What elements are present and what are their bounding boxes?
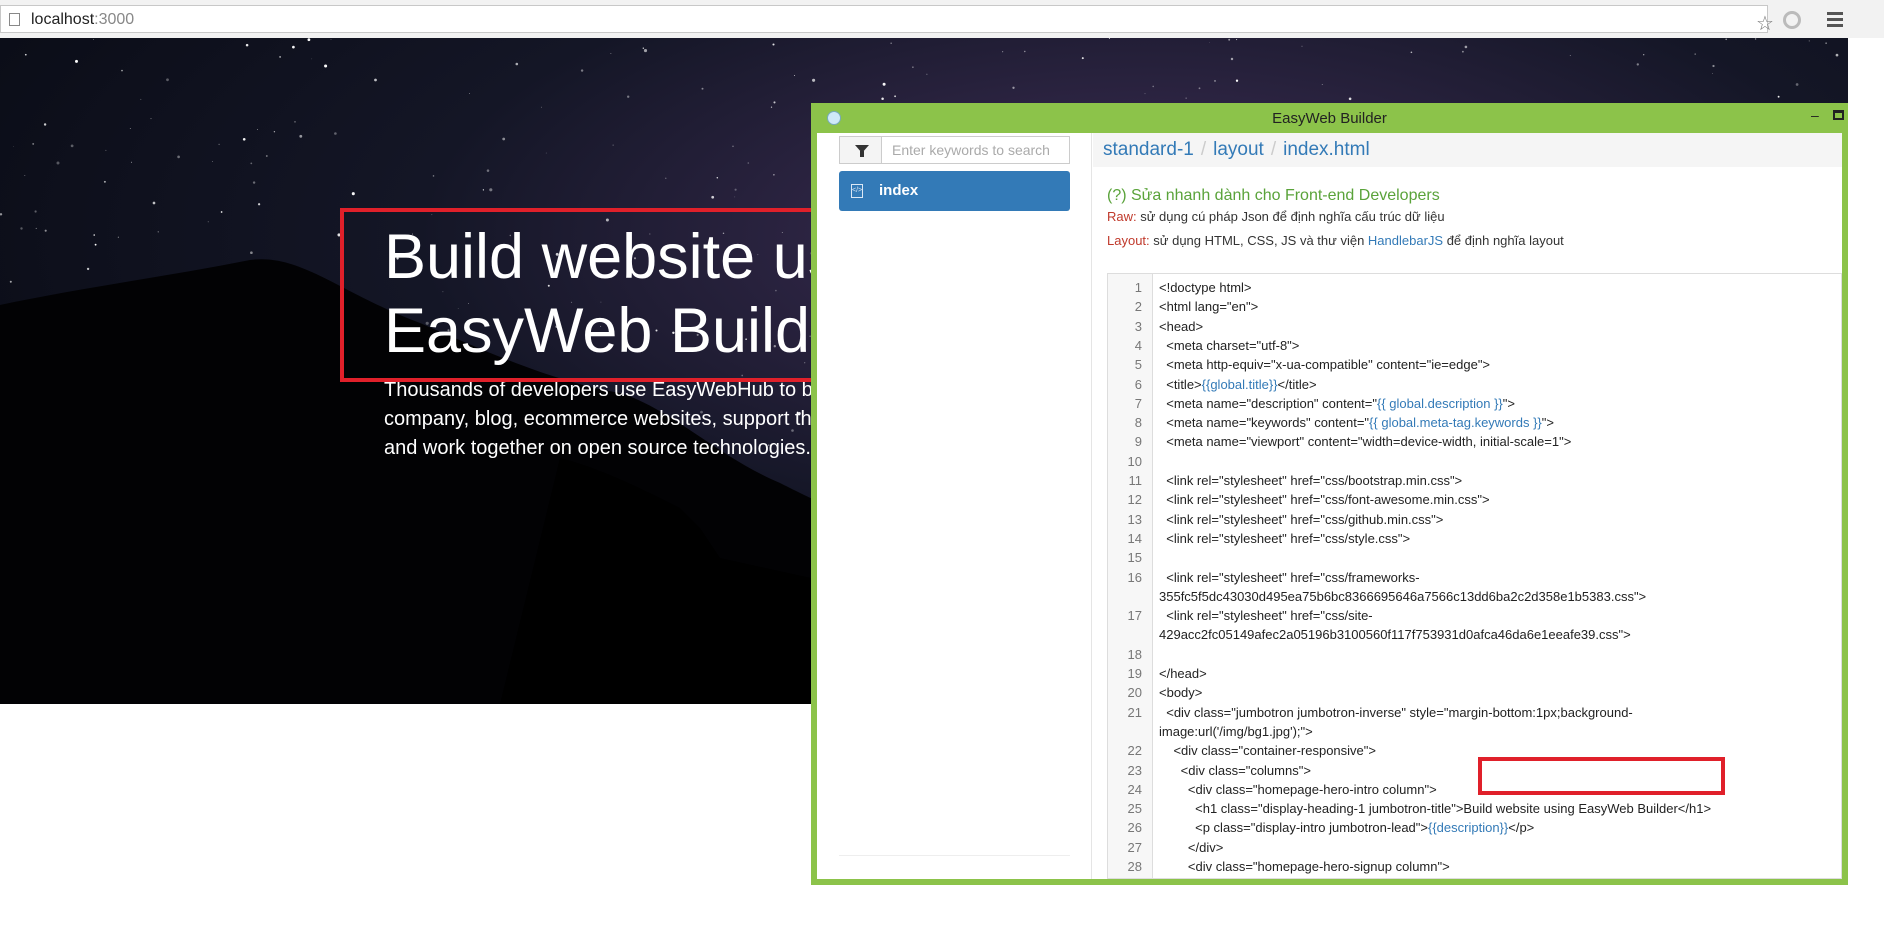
code-text: <head> — [1159, 318, 1204, 334]
builder-window: EasyWeb Builder – </> index standard-1/l… — [811, 103, 1848, 885]
code-text: <div class="container-responsive"> — [1159, 743, 1376, 759]
minimize-button[interactable]: – — [1811, 107, 1819, 123]
line-number: 20 — [1127, 685, 1142, 701]
line-number: 15 — [1127, 550, 1142, 566]
code-text: <meta name="viewport" content="width=dev… — [1159, 434, 1572, 450]
code-text: <link rel="stylesheet" href="css/font-aw… — [1159, 492, 1490, 508]
line-number: 21 — [1127, 704, 1142, 720]
line-number: 2 — [1134, 299, 1142, 315]
code-text: <link rel="stylesheet" href="css/framewo… — [1159, 569, 1420, 585]
code-text: <html lang="en"> — [1159, 299, 1259, 315]
code-text: <body> — [1159, 685, 1203, 701]
extension-icon[interactable] — [1783, 11, 1801, 29]
code-text: <link rel="stylesheet" href="css/site- — [1159, 608, 1373, 624]
code-text: <meta charset="utf-8"> — [1159, 337, 1300, 353]
file-item-label: index — [879, 182, 919, 199]
line-number: 24 — [1127, 781, 1142, 797]
layout-note: Layout: sử dụng HTML, CSS, JS và thư việ… — [1107, 233, 1564, 248]
breadcrumb-item[interactable]: layout — [1213, 139, 1264, 160]
line-number: 10 — [1127, 453, 1142, 469]
code-text: <!doctype html> — [1159, 280, 1252, 295]
line-number: 6 — [1134, 376, 1142, 392]
code-file-icon: </> — [851, 184, 863, 198]
editor-panel: standard-1/layout / index.html (?) Sửa nha… — [1093, 133, 1842, 879]
browser-toolbar: localhost:3000 ☆ — [0, 0, 1884, 38]
line-number: 5 — [1134, 357, 1142, 373]
line-number: 9 — [1134, 434, 1142, 450]
line-number: 23 — [1127, 762, 1142, 778]
file-sidebar: </> index — [817, 133, 1092, 879]
code-text: <h1 class="display-heading-1 jumbotron-t… — [1159, 801, 1712, 817]
code-text: <meta name="keywords" content="{{ global… — [1159, 415, 1554, 431]
line-number: 16 — [1127, 569, 1142, 585]
line-number: 12 — [1127, 492, 1142, 508]
code-text: <meta http-equiv="x-ua-compatible" conte… — [1159, 357, 1491, 373]
code-text: 355fc5f5dc43030d495ea75b6bc8366695646a75… — [1159, 588, 1647, 604]
divider — [839, 855, 1070, 856]
code-text: <div class="homepage-hero-signup column"… — [1159, 859, 1450, 874]
address-bar[interactable]: localhost:3000 ☆ — [0, 5, 1774, 35]
line-number: 28 — [1127, 859, 1142, 874]
handlebarjs-link[interactable]: HandlebarJS — [1368, 233, 1443, 248]
line-number: 8 — [1134, 415, 1142, 431]
search-input[interactable] — [882, 136, 1070, 164]
breadcrumb: standard-1/layout / index.html — [1093, 133, 1842, 167]
code-text: <div class="columns"> — [1159, 762, 1311, 778]
line-number: 27 — [1127, 839, 1142, 855]
line-number: 7 — [1134, 395, 1142, 411]
line-number: 4 — [1134, 337, 1142, 353]
code-editor[interactable]: 1 <!doctype html> 2 <html lang="en"> 3 <head>… — [1107, 273, 1842, 879]
code-text: <div class="homepage-hero-intro column"> — [1159, 781, 1437, 797]
breadcrumb-item[interactable]: standard-1 — [1103, 139, 1194, 160]
window-title: EasyWeb Builder — [1272, 110, 1387, 127]
code-text: <div class="d-none-sm-dn"> — [1159, 876, 1358, 878]
breadcrumb-item[interactable]: index.html — [1283, 139, 1370, 160]
maximize-button[interactable] — [1833, 110, 1844, 120]
line-number: 11 — [1128, 473, 1143, 488]
code-highlight — [1478, 756, 1725, 795]
line-number: 26 — [1127, 820, 1142, 836]
line-number: 3 — [1134, 318, 1142, 334]
code-text: </div> — [1159, 839, 1224, 855]
hero-title-highlight — [340, 208, 820, 382]
code-text: <title>{{global.title}}</title> — [1159, 376, 1317, 392]
code-text: 429acc2fc05149afec2a05196b3100560f117f75… — [1159, 627, 1631, 643]
line-number: 25 — [1127, 801, 1142, 817]
filter-button[interactable] — [839, 136, 882, 164]
line-number: 14 — [1127, 530, 1142, 546]
star-icon[interactable]: ☆ — [1756, 11, 1774, 36]
line-number: 19 — [1127, 666, 1142, 681]
code-text: <link rel="stylesheet" href="css/style.c… — [1159, 530, 1411, 546]
raw-note: Raw: sử dụng cú pháp Json để định nghĩa … — [1107, 209, 1445, 224]
code-text: </head> — [1159, 666, 1207, 681]
line-number: 22 — [1127, 743, 1142, 759]
menu-icon[interactable] — [1827, 12, 1843, 30]
line-number: 13 — [1127, 511, 1142, 527]
window-titlebar[interactable]: EasyWeb Builder – — [817, 103, 1844, 133]
code-text: image:url('/img/bg1.jpg');"> — [1159, 723, 1313, 739]
code-text: <p class="display-intro jumbotron-lead">… — [1159, 820, 1535, 836]
quick-edit-title: (?) Sửa nhanh dành cho Front-end Develop… — [1107, 187, 1440, 204]
code-text: <div class="jumbotron jumbotron-inverse"… — [1159, 704, 1633, 720]
url-text[interactable]: localhost:3000 — [31, 11, 134, 29]
code-text: <meta name="description" content="{{ glo… — [1159, 395, 1515, 411]
line-number: 29 — [1108, 876, 1142, 878]
line-number: 18 — [1127, 646, 1142, 662]
line-number: 1 — [1134, 280, 1142, 295]
page-icon — [9, 13, 20, 26]
file-item-index[interactable]: </> index — [839, 171, 1070, 211]
line-number: 17 — [1127, 608, 1142, 624]
code-text: <link rel="stylesheet" href="css/github.… — [1159, 511, 1444, 527]
code-text: <link rel="stylesheet" href="css/bootstr… — [1159, 473, 1463, 488]
